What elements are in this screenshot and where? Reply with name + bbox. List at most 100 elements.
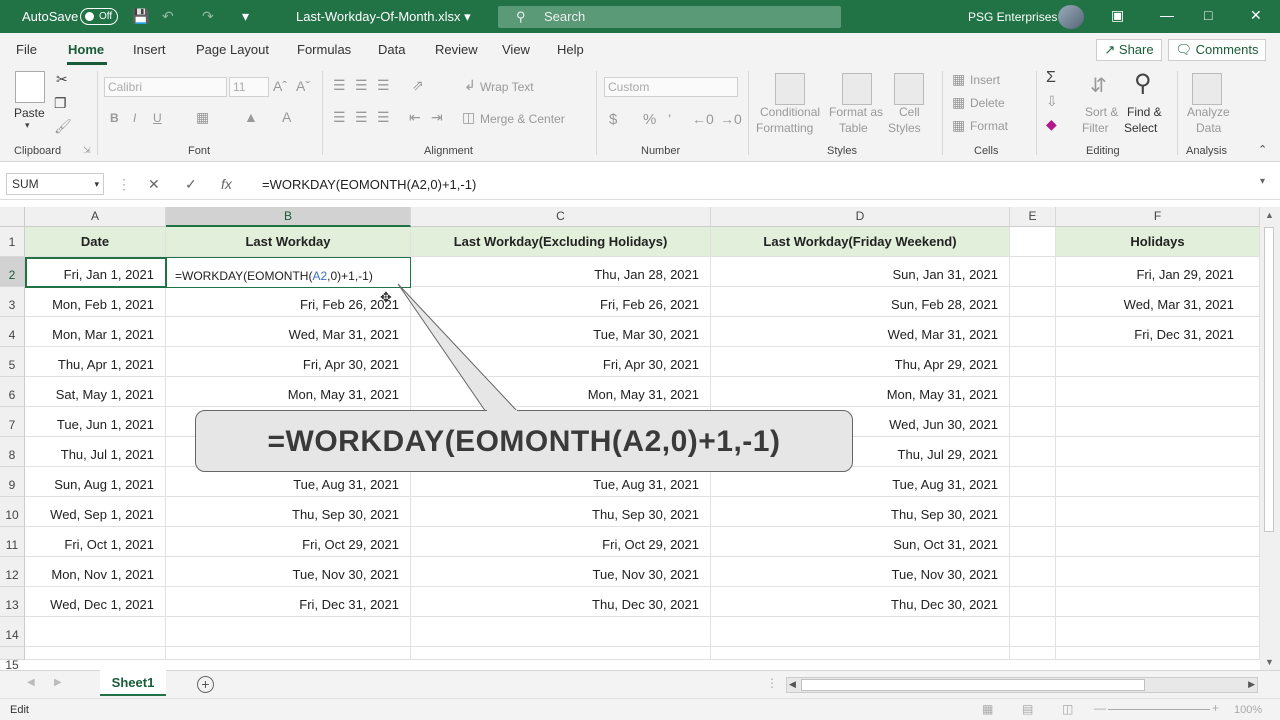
format-as-table-label-2[interactable]: Table (839, 121, 868, 135)
vertical-scrollbar[interactable]: ▲ ▼ (1260, 207, 1280, 670)
autosum-icon[interactable]: Σ (1046, 69, 1056, 87)
cell-e12[interactable] (1010, 557, 1056, 587)
format-cells-icon[interactable]: ▦ (952, 117, 965, 134)
tab-help[interactable]: Help (557, 42, 584, 57)
insert-cells-icon[interactable]: ▦ (952, 71, 965, 88)
decrease-font-icon[interactable]: Aˇ (296, 78, 310, 94)
orientation-icon[interactable]: ⇗ (412, 77, 424, 94)
cell-styles-label-2[interactable]: Styles (888, 121, 921, 135)
maximize-icon[interactable]: □ (1204, 7, 1212, 23)
comma-style-icon[interactable]: ’ (668, 111, 671, 127)
cell-d14[interactable] (711, 617, 1010, 647)
cell-f8[interactable] (1056, 437, 1260, 467)
fill-icon[interactable]: ⇩ (1046, 93, 1058, 110)
dialog-launcher-icon[interactable]: ⇲ (83, 145, 91, 156)
merge-icon[interactable]: ◫ (462, 109, 475, 126)
cell-b14[interactable] (166, 617, 411, 647)
row-header-10[interactable]: 10 (0, 497, 25, 527)
cell-styles-label-1[interactable]: Cell (899, 105, 920, 119)
row-header-9[interactable]: 9 (0, 467, 25, 497)
cell-d10[interactable]: Thu, Sep 30, 2021 (711, 497, 1010, 527)
close-icon[interactable]: ✕ (1250, 7, 1262, 24)
align-top-icon[interactable]: ☰ (333, 77, 346, 94)
avatar[interactable] (1058, 5, 1084, 29)
row-header-15[interactable]: 15 (0, 647, 25, 672)
header-cell-e[interactable] (1010, 227, 1056, 257)
cell-d6[interactable]: Mon, May 31, 2021 (711, 377, 1010, 407)
cell-a13[interactable]: Wed, Dec 1, 2021 (25, 587, 166, 617)
cell-c10[interactable]: Thu, Sep 30, 2021 (411, 497, 711, 527)
tab-formulas[interactable]: Formulas (297, 42, 351, 57)
row-header-6[interactable]: 6 (0, 377, 25, 407)
cell-f4[interactable]: Fri, Dec 31, 2021 (1056, 317, 1260, 347)
header-cell-f[interactable]: Holidays (1056, 227, 1260, 257)
decrease-decimal-icon[interactable]: →0 (720, 111, 742, 127)
cell-a5[interactable]: Thu, Apr 1, 2021 (25, 347, 166, 377)
header-cell-d[interactable]: Last Workday(Friday Weekend) (711, 227, 1010, 257)
cell-e14[interactable] (1010, 617, 1056, 647)
tab-page-layout[interactable]: Page Layout (196, 42, 269, 57)
redo-icon[interactable]: ↷ (202, 8, 214, 25)
cell-f12[interactable] (1056, 557, 1260, 587)
cell-c14[interactable] (411, 617, 711, 647)
scroll-left-icon[interactable]: ◀ (789, 679, 796, 690)
page-layout-view-icon[interactable]: ▤ (1022, 702, 1033, 716)
font-size-field[interactable]: 11 (229, 77, 269, 97)
customize-toolbar-icon[interactable]: ▾ (242, 8, 249, 25)
cell-f6[interactable] (1056, 377, 1260, 407)
minimize-icon[interactable]: — (1160, 7, 1174, 23)
cell-a9[interactable]: Sun, Aug 1, 2021 (25, 467, 166, 497)
cell-b12[interactable]: Tue, Nov 30, 2021 (166, 557, 411, 587)
cell-e2[interactable] (1010, 257, 1056, 287)
percent-button[interactable]: % (643, 111, 656, 128)
cell-e4[interactable] (1010, 317, 1056, 347)
font-name-field[interactable]: Calibri (104, 77, 227, 97)
cell-b2-editor[interactable]: =WORKDAY(EOMONTH(A2,0)+1,-1) (166, 257, 411, 288)
cell-a14[interactable] (25, 617, 166, 647)
row-header-5[interactable]: 5 (0, 347, 25, 377)
font-color-icon[interactable]: A (282, 109, 291, 125)
row-header-3[interactable]: 3 (0, 287, 25, 317)
paste-icon[interactable] (15, 71, 45, 103)
find-select-label-1[interactable]: Find & (1127, 105, 1162, 119)
cell-a6[interactable]: Sat, May 1, 2021 (25, 377, 166, 407)
normal-view-icon[interactable]: ▦ (982, 702, 993, 716)
column-header-d[interactable]: D (711, 207, 1010, 227)
wrap-text-icon[interactable]: ↲ (464, 77, 476, 94)
cell-c6[interactable]: Mon, May 31, 2021 (411, 377, 711, 407)
delete-button[interactable]: Delete (970, 96, 1005, 110)
insert-button[interactable]: Insert (970, 73, 1000, 87)
file-name[interactable]: Last-Workday-Of-Month.xlsx ▾ (296, 9, 471, 25)
autosave-toggle[interactable]: Off (80, 8, 118, 25)
cell-a2[interactable]: Fri, Jan 1, 2021 (25, 257, 166, 287)
fill-color-icon[interactable]: ▲ (244, 109, 258, 125)
cell-f5[interactable] (1056, 347, 1260, 377)
scroll-down-icon[interactable]: ▼ (1265, 657, 1274, 667)
cell-d2[interactable]: Sun, Jan 31, 2021 (711, 257, 1010, 287)
cell-a8[interactable]: Thu, Jul 1, 2021 (25, 437, 166, 467)
clear-icon[interactable]: ◆ (1046, 116, 1057, 133)
cell-c5[interactable]: Fri, Apr 30, 2021 (411, 347, 711, 377)
share-button[interactable]: ↗ Share (1096, 39, 1162, 61)
cell-b5[interactable]: Fri, Apr 30, 2021 (166, 347, 411, 377)
cell-e9[interactable] (1010, 467, 1056, 497)
formula-input[interactable]: =WORKDAY(EOMONTH(A2,0)+1,-1) (262, 177, 476, 192)
column-header-e[interactable]: E (1010, 207, 1056, 227)
cell-a11[interactable]: Fri, Oct 1, 2021 (25, 527, 166, 557)
cell-c3[interactable]: Fri, Feb 26, 2021 (411, 287, 711, 317)
merge-center-button[interactable]: Merge & Center (480, 112, 565, 126)
column-header-b[interactable]: B (166, 207, 411, 227)
conditional-formatting-label-1[interactable]: Conditional (760, 105, 820, 119)
scroll-right-icon[interactable]: ▶ (1248, 679, 1255, 690)
align-left-icon[interactable]: ☰ (333, 109, 346, 126)
cell-f14[interactable] (1056, 617, 1260, 647)
cell-styles-icon[interactable] (894, 73, 924, 105)
cell-d13[interactable]: Thu, Dec 30, 2021 (711, 587, 1010, 617)
tab-data[interactable]: Data (378, 42, 405, 57)
cell-d3[interactable]: Sun, Feb 28, 2021 (711, 287, 1010, 317)
sort-filter-label-2[interactable]: Filter (1082, 121, 1109, 135)
row-header-12[interactable]: 12 (0, 557, 25, 587)
cell-e8[interactable] (1010, 437, 1056, 467)
italic-button[interactable]: I (133, 111, 136, 125)
format-as-table-icon[interactable] (842, 73, 872, 105)
